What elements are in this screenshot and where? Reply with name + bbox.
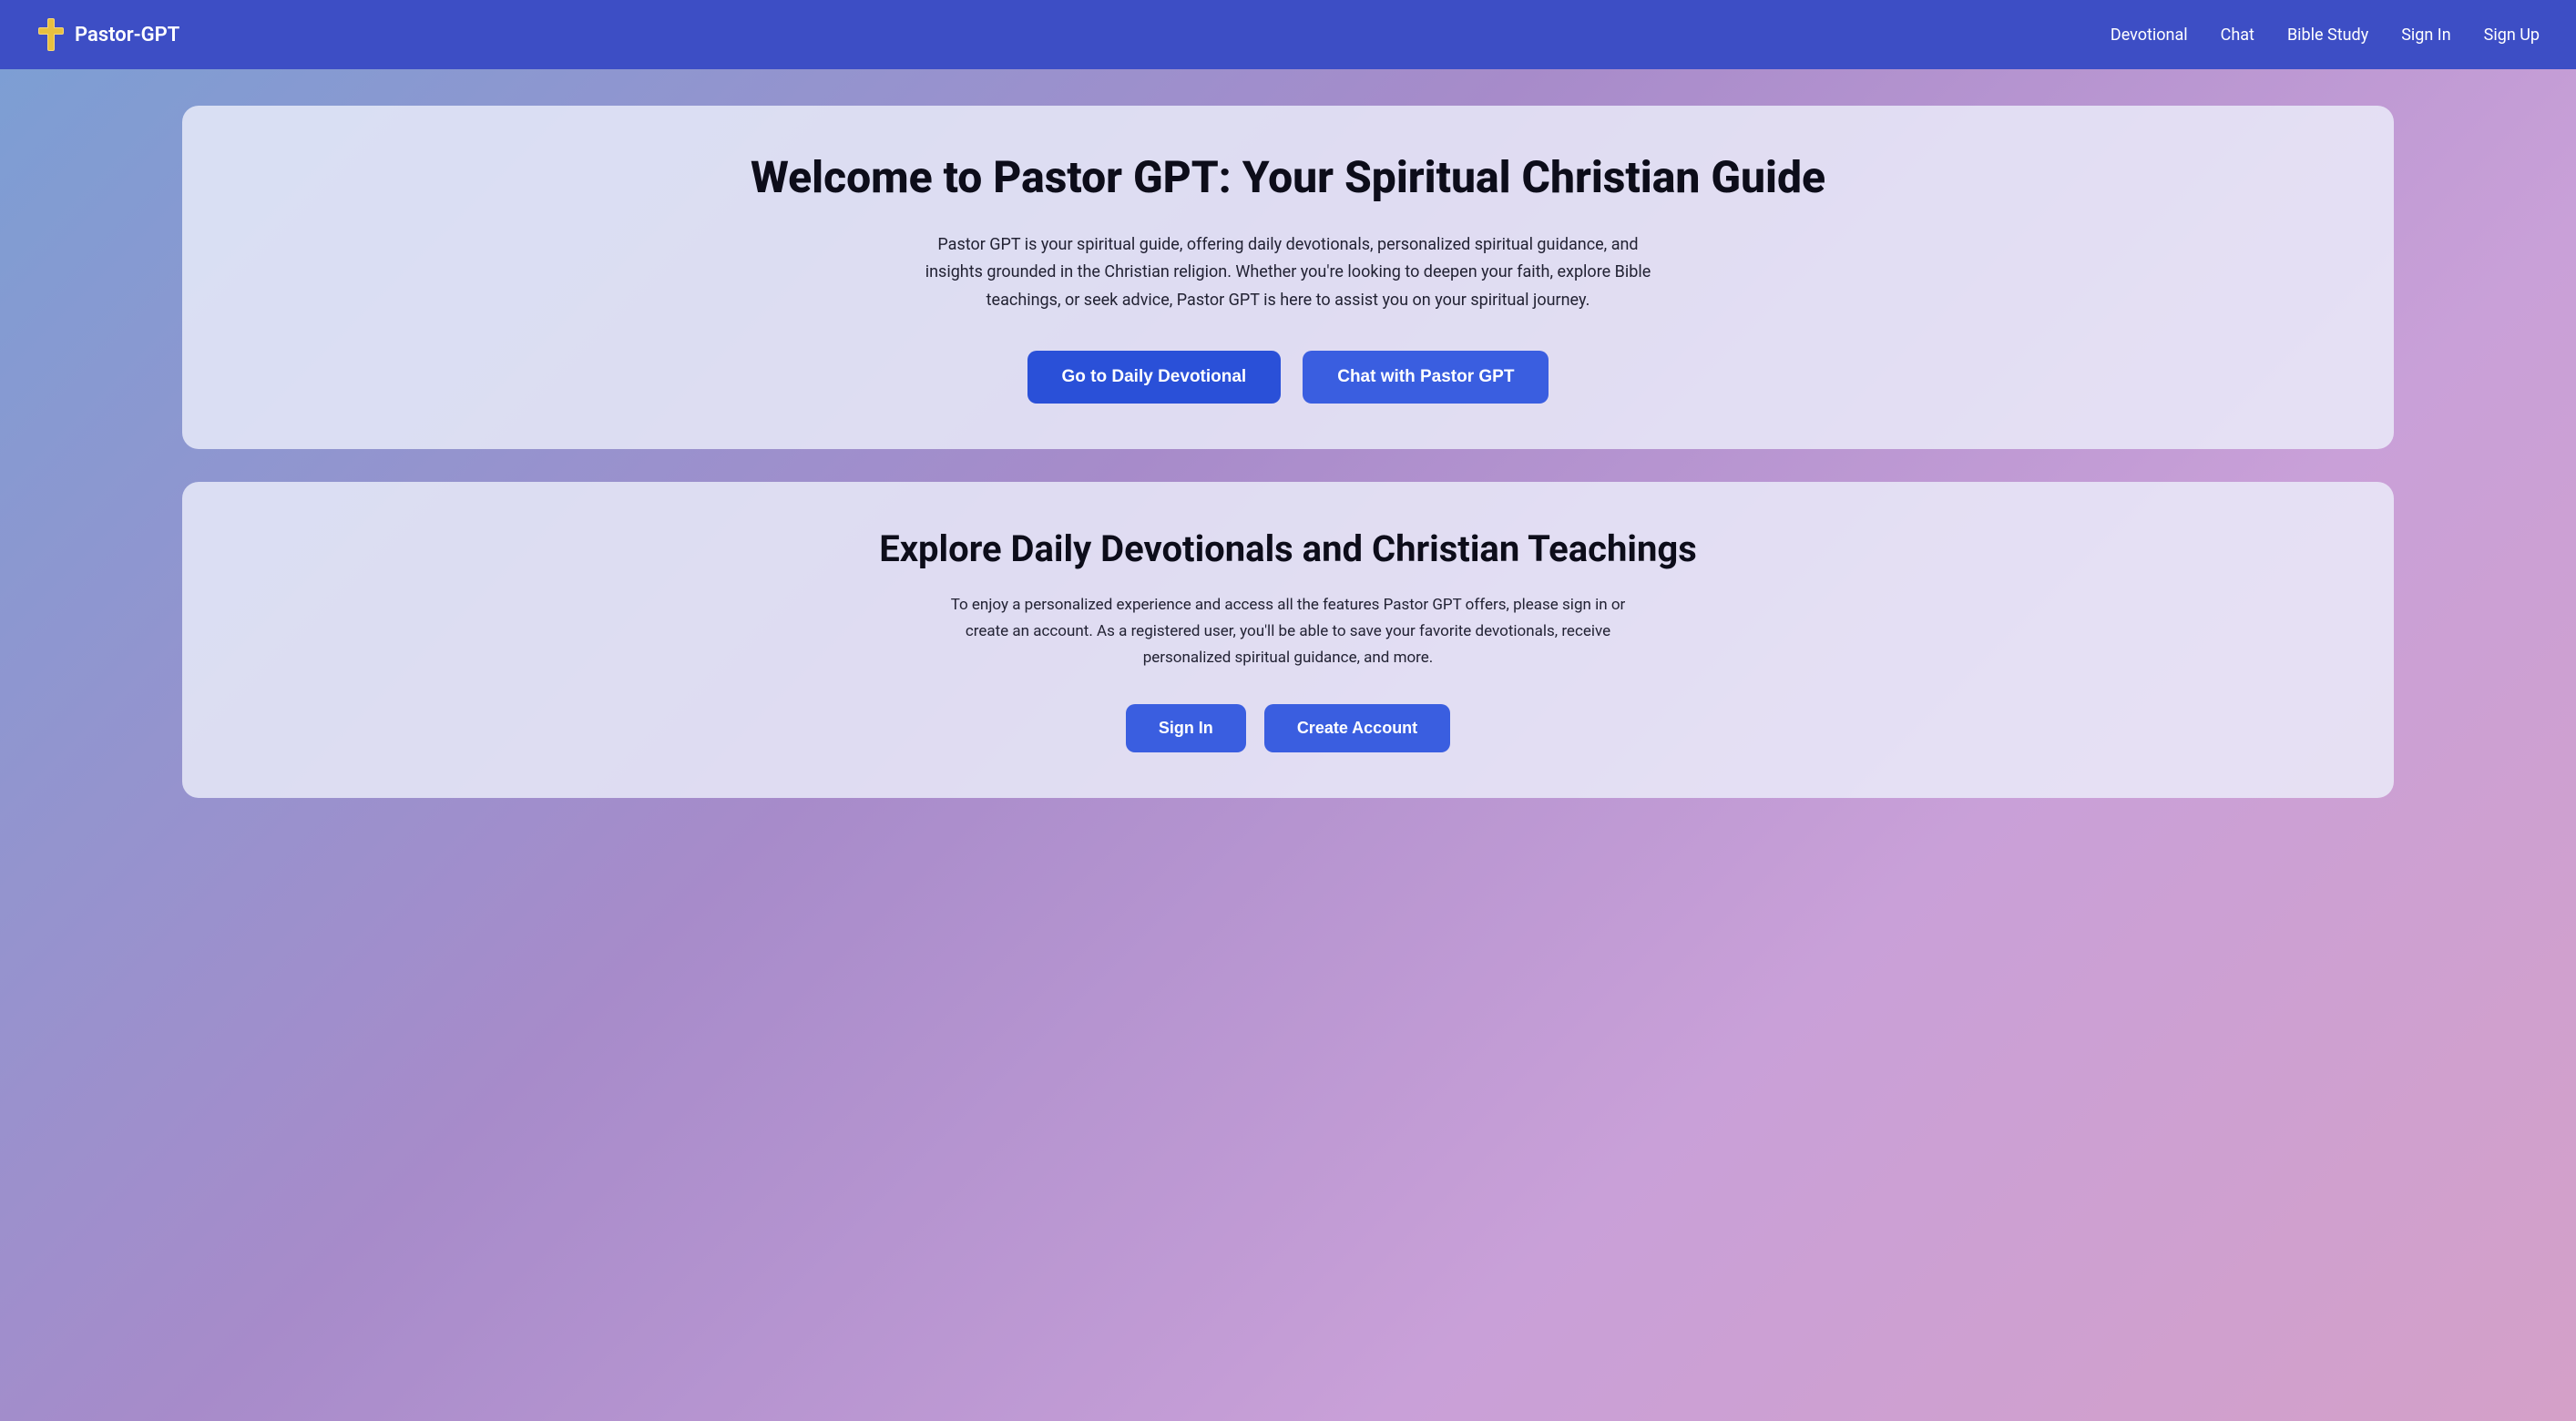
hero-description: Pastor GPT is your spiritual guide, offe…: [915, 231, 1661, 315]
devotionals-title: Explore Daily Devotionals and Christian …: [237, 527, 2339, 570]
hero-buttons: Go to Daily Devotional Chat with Pastor …: [237, 351, 2339, 404]
nav-bible-study[interactable]: Bible Study: [2287, 26, 2368, 45]
nav-devotional[interactable]: Devotional: [2111, 26, 2188, 45]
devotionals-card: Explore Daily Devotionals and Christian …: [182, 482, 2394, 798]
devotionals-description: To enjoy a personalized experience and a…: [942, 592, 1634, 671]
brand-label: Pastor-GPT: [75, 24, 179, 46]
sign-in-button[interactable]: Sign In: [1126, 704, 1246, 752]
go-to-devotional-button[interactable]: Go to Daily Devotional: [1027, 351, 1282, 404]
devotionals-buttons: Sign In Create Account: [237, 704, 2339, 752]
main-content: Welcome to Pastor GPT: Your Spiritual Ch…: [0, 69, 2576, 834]
nav-chat[interactable]: Chat: [2221, 26, 2254, 45]
nav-sign-up[interactable]: Sign Up: [2484, 26, 2540, 45]
hero-card: Welcome to Pastor GPT: Your Spiritual Ch…: [182, 106, 2394, 449]
navbar: Pastor-GPT Devotional Chat Bible Study S…: [0, 0, 2576, 69]
navbar-links: Devotional Chat Bible Study Sign In Sign…: [2111, 26, 2540, 45]
nav-sign-in[interactable]: Sign In: [2401, 26, 2450, 45]
chat-with-pastor-button[interactable]: Chat with Pastor GPT: [1303, 351, 1549, 404]
hero-title: Welcome to Pastor GPT: Your Spiritual Ch…: [237, 151, 2339, 204]
brand-logo[interactable]: Pastor-GPT: [36, 16, 179, 53]
cross-icon: [36, 16, 66, 53]
create-account-button[interactable]: Create Account: [1264, 704, 1450, 752]
